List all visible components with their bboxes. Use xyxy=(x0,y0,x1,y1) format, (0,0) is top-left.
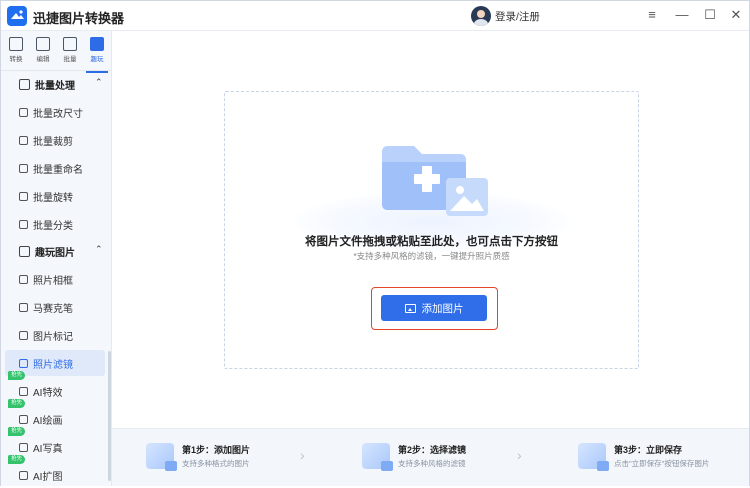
maximize-icon[interactable]: ☐ xyxy=(700,5,720,25)
ai-paint-icon xyxy=(19,414,28,424)
add-image-button-label: 添加图片 xyxy=(421,302,464,315)
step-desc: 点击"立即保存"按钮保存图片 xyxy=(614,459,710,468)
chevron-up-icon[interactable]: ⌃ xyxy=(95,77,103,88)
tab-edit[interactable]: 编辑 xyxy=(30,35,56,69)
minimize-icon[interactable]: — xyxy=(672,5,692,25)
sidebar-item-batch-resize[interactable]: 批量改尺寸 xyxy=(5,99,105,125)
group-batch-process[interactable]: 批量处理 ⌃ xyxy=(1,71,111,97)
sidebar-item-mosaic[interactable]: 马赛克笔 xyxy=(5,294,105,320)
step-title: 第1步：添加图片 xyxy=(182,445,251,455)
tab-label: 趣玩 xyxy=(90,56,104,63)
resize-icon xyxy=(19,107,28,117)
image-icon xyxy=(404,303,416,313)
batch-process-icon xyxy=(19,78,30,90)
hamburger-icon[interactable]: ≡ xyxy=(642,5,662,25)
chevron-up-icon[interactable]: ⌃ xyxy=(95,244,103,255)
tab-label: 编辑 xyxy=(36,56,50,63)
sidebar-scrollbar[interactable] xyxy=(108,351,111,481)
tab-batch[interactable]: 批量 xyxy=(57,35,83,69)
app-window: 迅捷图片转换器 登录/注册 ≡ — ☐ ✕ 转换 编辑 批量 趣玩 批量处理 ⌃… xyxy=(0,0,750,486)
add-image-button[interactable]: 添加图片 xyxy=(381,295,487,321)
close-icon[interactable]: ✕ xyxy=(726,5,746,25)
fun-icon xyxy=(90,37,104,51)
add-image-highlight: 添加图片 xyxy=(371,287,498,330)
folder-add-image-icon xyxy=(382,146,488,216)
step-desc: 支持多种格式的图片 xyxy=(182,459,250,468)
mosaic-icon xyxy=(19,302,28,312)
convert-icon xyxy=(9,37,23,51)
classify-icon xyxy=(19,219,28,229)
sidebar-item-label: 马赛克笔 xyxy=(33,303,73,315)
group-fun-image[interactable]: 趣玩图片 ⌃ xyxy=(1,238,111,264)
sidebar-item-label: AI写真 xyxy=(33,443,63,455)
fun-image-icon xyxy=(19,245,30,257)
login-register-link[interactable]: 登录/注册 xyxy=(495,9,540,24)
sidebar-item-label: 照片相框 xyxy=(33,275,73,287)
ai-expand-icon xyxy=(19,470,28,480)
steps-bar: 第1步：添加图片 支持多种格式的图片 › 第2步：选择滤镜 支持多种风格的滤镜 … xyxy=(112,428,749,486)
step-title: 第3步：立即保存 xyxy=(614,445,683,455)
edit-icon xyxy=(36,37,50,51)
sidebar-item-label: 批量分类 xyxy=(33,220,73,232)
crop-icon xyxy=(19,135,28,145)
add-image-step-icon xyxy=(146,443,177,471)
filter-step-icon xyxy=(362,443,393,471)
new-badge: 抢先 xyxy=(8,371,26,380)
frame-icon xyxy=(19,274,28,284)
chevron-right-icon: › xyxy=(517,447,522,463)
sidebar-item-image-mark[interactable]: 图片标记 xyxy=(5,322,105,348)
sidebar-item-label: 批量改尺寸 xyxy=(33,108,83,120)
drop-zone-hint: *支持多种风格的滤镜，一键提升照片质感 xyxy=(353,251,510,261)
sidebar-item-batch-classify[interactable]: 批量分类 xyxy=(5,211,105,237)
main-area: 将图片文件拖拽或粘贴至此处，也可点击下方按钮 *支持多种风格的滤镜，一键提升照片… xyxy=(112,31,749,486)
new-badge: 抢先 xyxy=(8,455,26,464)
filter-icon xyxy=(19,358,28,368)
ai-effect-icon xyxy=(19,386,28,396)
save-step-icon xyxy=(578,443,609,471)
sidebar-top-tabs: 转换 编辑 批量 趣玩 xyxy=(1,31,111,73)
sidebar-item-label: AI绘画 xyxy=(33,415,63,427)
sidebar-item-photo-frame[interactable]: 照片相框 xyxy=(5,266,105,292)
title-bar: 迅捷图片转换器 登录/注册 ≡ — ☐ ✕ xyxy=(1,1,749,31)
sidebar-item-batch-crop[interactable]: 批量裁剪 xyxy=(5,127,105,153)
sidebar-item-label: AI扩图 xyxy=(33,471,63,483)
sidebar-item-label: 批量裁剪 xyxy=(33,136,73,148)
drop-zone[interactable]: 将图片文件拖拽或粘贴至此处，也可点击下方按钮 *支持多种风格的滤镜，一键提升照片… xyxy=(224,91,639,369)
tab-label: 批量 xyxy=(63,56,77,63)
rename-icon xyxy=(19,163,28,173)
new-badge: 抢先 xyxy=(8,427,26,436)
avatar-icon[interactable] xyxy=(471,6,491,26)
user-login[interactable]: 登录/注册 xyxy=(471,5,540,27)
sidebar: 转换 编辑 批量 趣玩 批量处理 ⌃ 批量改尺寸 批量裁剪 批量重命名 批量旋转… xyxy=(1,31,112,486)
mark-icon xyxy=(19,330,28,340)
ai-portrait-icon xyxy=(19,442,28,452)
sidebar-item-batch-rename[interactable]: 批量重命名 xyxy=(5,155,105,181)
new-badge: 抢先 xyxy=(8,399,26,408)
tab-convert[interactable]: 转换 xyxy=(3,35,29,69)
sidebar-item-batch-rotate[interactable]: 批量旋转 xyxy=(5,183,105,209)
step-title: 第2步：选择滤镜 xyxy=(398,445,467,455)
tab-fun[interactable]: 趣玩 xyxy=(84,35,110,73)
tab-label: 转换 xyxy=(9,56,23,63)
app-title: 迅捷图片转换器 xyxy=(33,11,125,26)
step-desc: 支持多种风格的滤镜 xyxy=(398,459,466,468)
sidebar-item-ai-expand[interactable]: 抢先 AI扩图 xyxy=(5,455,105,488)
group-label: 批量处理 xyxy=(35,80,75,92)
sidebar-item-label: 批量旋转 xyxy=(33,192,73,204)
group-label: 趣玩图片 xyxy=(35,247,75,259)
sidebar-item-label: 图片标记 xyxy=(33,331,73,343)
rotate-icon xyxy=(19,191,28,201)
drop-zone-title: 将图片文件拖拽或粘贴至此处，也可点击下方按钮 xyxy=(305,236,558,248)
chevron-right-icon: › xyxy=(300,447,305,463)
sidebar-item-label: AI特效 xyxy=(33,387,63,399)
batch-icon xyxy=(63,37,77,51)
sidebar-item-label: 照片滤镜 xyxy=(33,359,73,371)
sidebar-item-label: 批量重命名 xyxy=(33,164,83,176)
app-logo-icon xyxy=(7,6,27,26)
